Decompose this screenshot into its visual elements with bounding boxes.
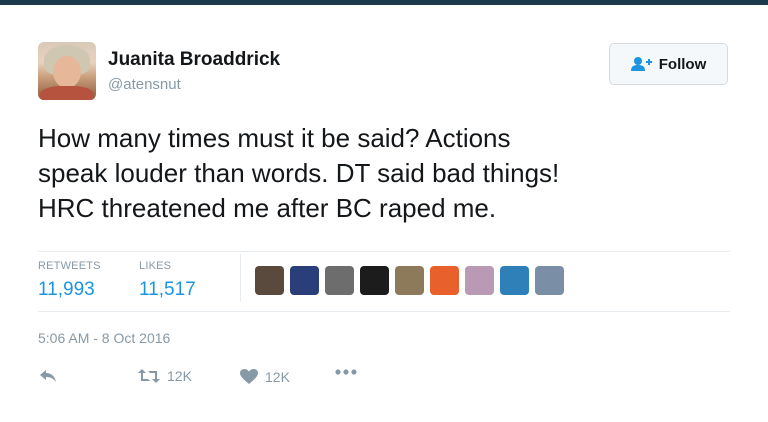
liker-avatar[interactable] <box>325 266 354 295</box>
likes-count[interactable]: 11,517 <box>139 279 196 301</box>
more-button[interactable] <box>334 368 358 376</box>
retweets-label: RETWEETS <box>38 260 101 272</box>
top-bar <box>0 0 768 5</box>
follow-button[interactable]: Follow <box>609 43 728 85</box>
retweets-count[interactable]: 11,993 <box>38 279 95 301</box>
reply-button[interactable] <box>38 368 58 384</box>
follow-user-icon <box>630 57 652 71</box>
tweet-line: speak louder than words. DT said bad thi… <box>38 158 560 188</box>
follow-label: Follow <box>658 55 707 73</box>
like-count: 12K <box>265 368 290 385</box>
tweet-text: How many times must it be said? Actions … <box>38 121 738 226</box>
liker-avatar[interactable] <box>290 266 319 295</box>
reply-icon <box>40 370 56 382</box>
likes-label: LIKES <box>139 260 172 272</box>
avatar-shirt <box>40 86 94 100</box>
liker-avatar[interactable] <box>535 266 564 295</box>
tweet-line: HRC threatened me after BC raped me. <box>38 193 497 223</box>
more-dots-icon <box>335 369 357 375</box>
author-name[interactable]: Juanita Broaddrick <box>108 49 280 71</box>
avatar[interactable] <box>38 42 96 100</box>
liker-avatar[interactable] <box>395 266 424 295</box>
retweet-icon <box>138 369 160 383</box>
retweet-button[interactable]: 12K <box>137 368 192 384</box>
liker-avatar[interactable] <box>500 266 529 295</box>
liker-avatar[interactable] <box>360 266 389 295</box>
stats-divider <box>240 254 241 302</box>
divider-bottom <box>38 311 730 312</box>
liker-avatar[interactable] <box>465 266 494 295</box>
heart-icon <box>240 369 258 384</box>
tweet-timestamp[interactable]: 5:06 AM - 8 Oct 2016 <box>38 330 170 346</box>
divider-top <box>38 251 730 252</box>
retweet-count: 12K <box>167 368 192 384</box>
liker-avatar[interactable] <box>430 266 459 295</box>
liker-avatars <box>255 266 564 295</box>
avatar-face <box>53 56 81 88</box>
like-button[interactable]: 12K <box>239 368 290 385</box>
liker-avatar[interactable] <box>255 266 284 295</box>
tweet-line: How many times must it be said? Actions <box>38 123 511 153</box>
author-handle[interactable]: @atensnut <box>108 76 181 93</box>
